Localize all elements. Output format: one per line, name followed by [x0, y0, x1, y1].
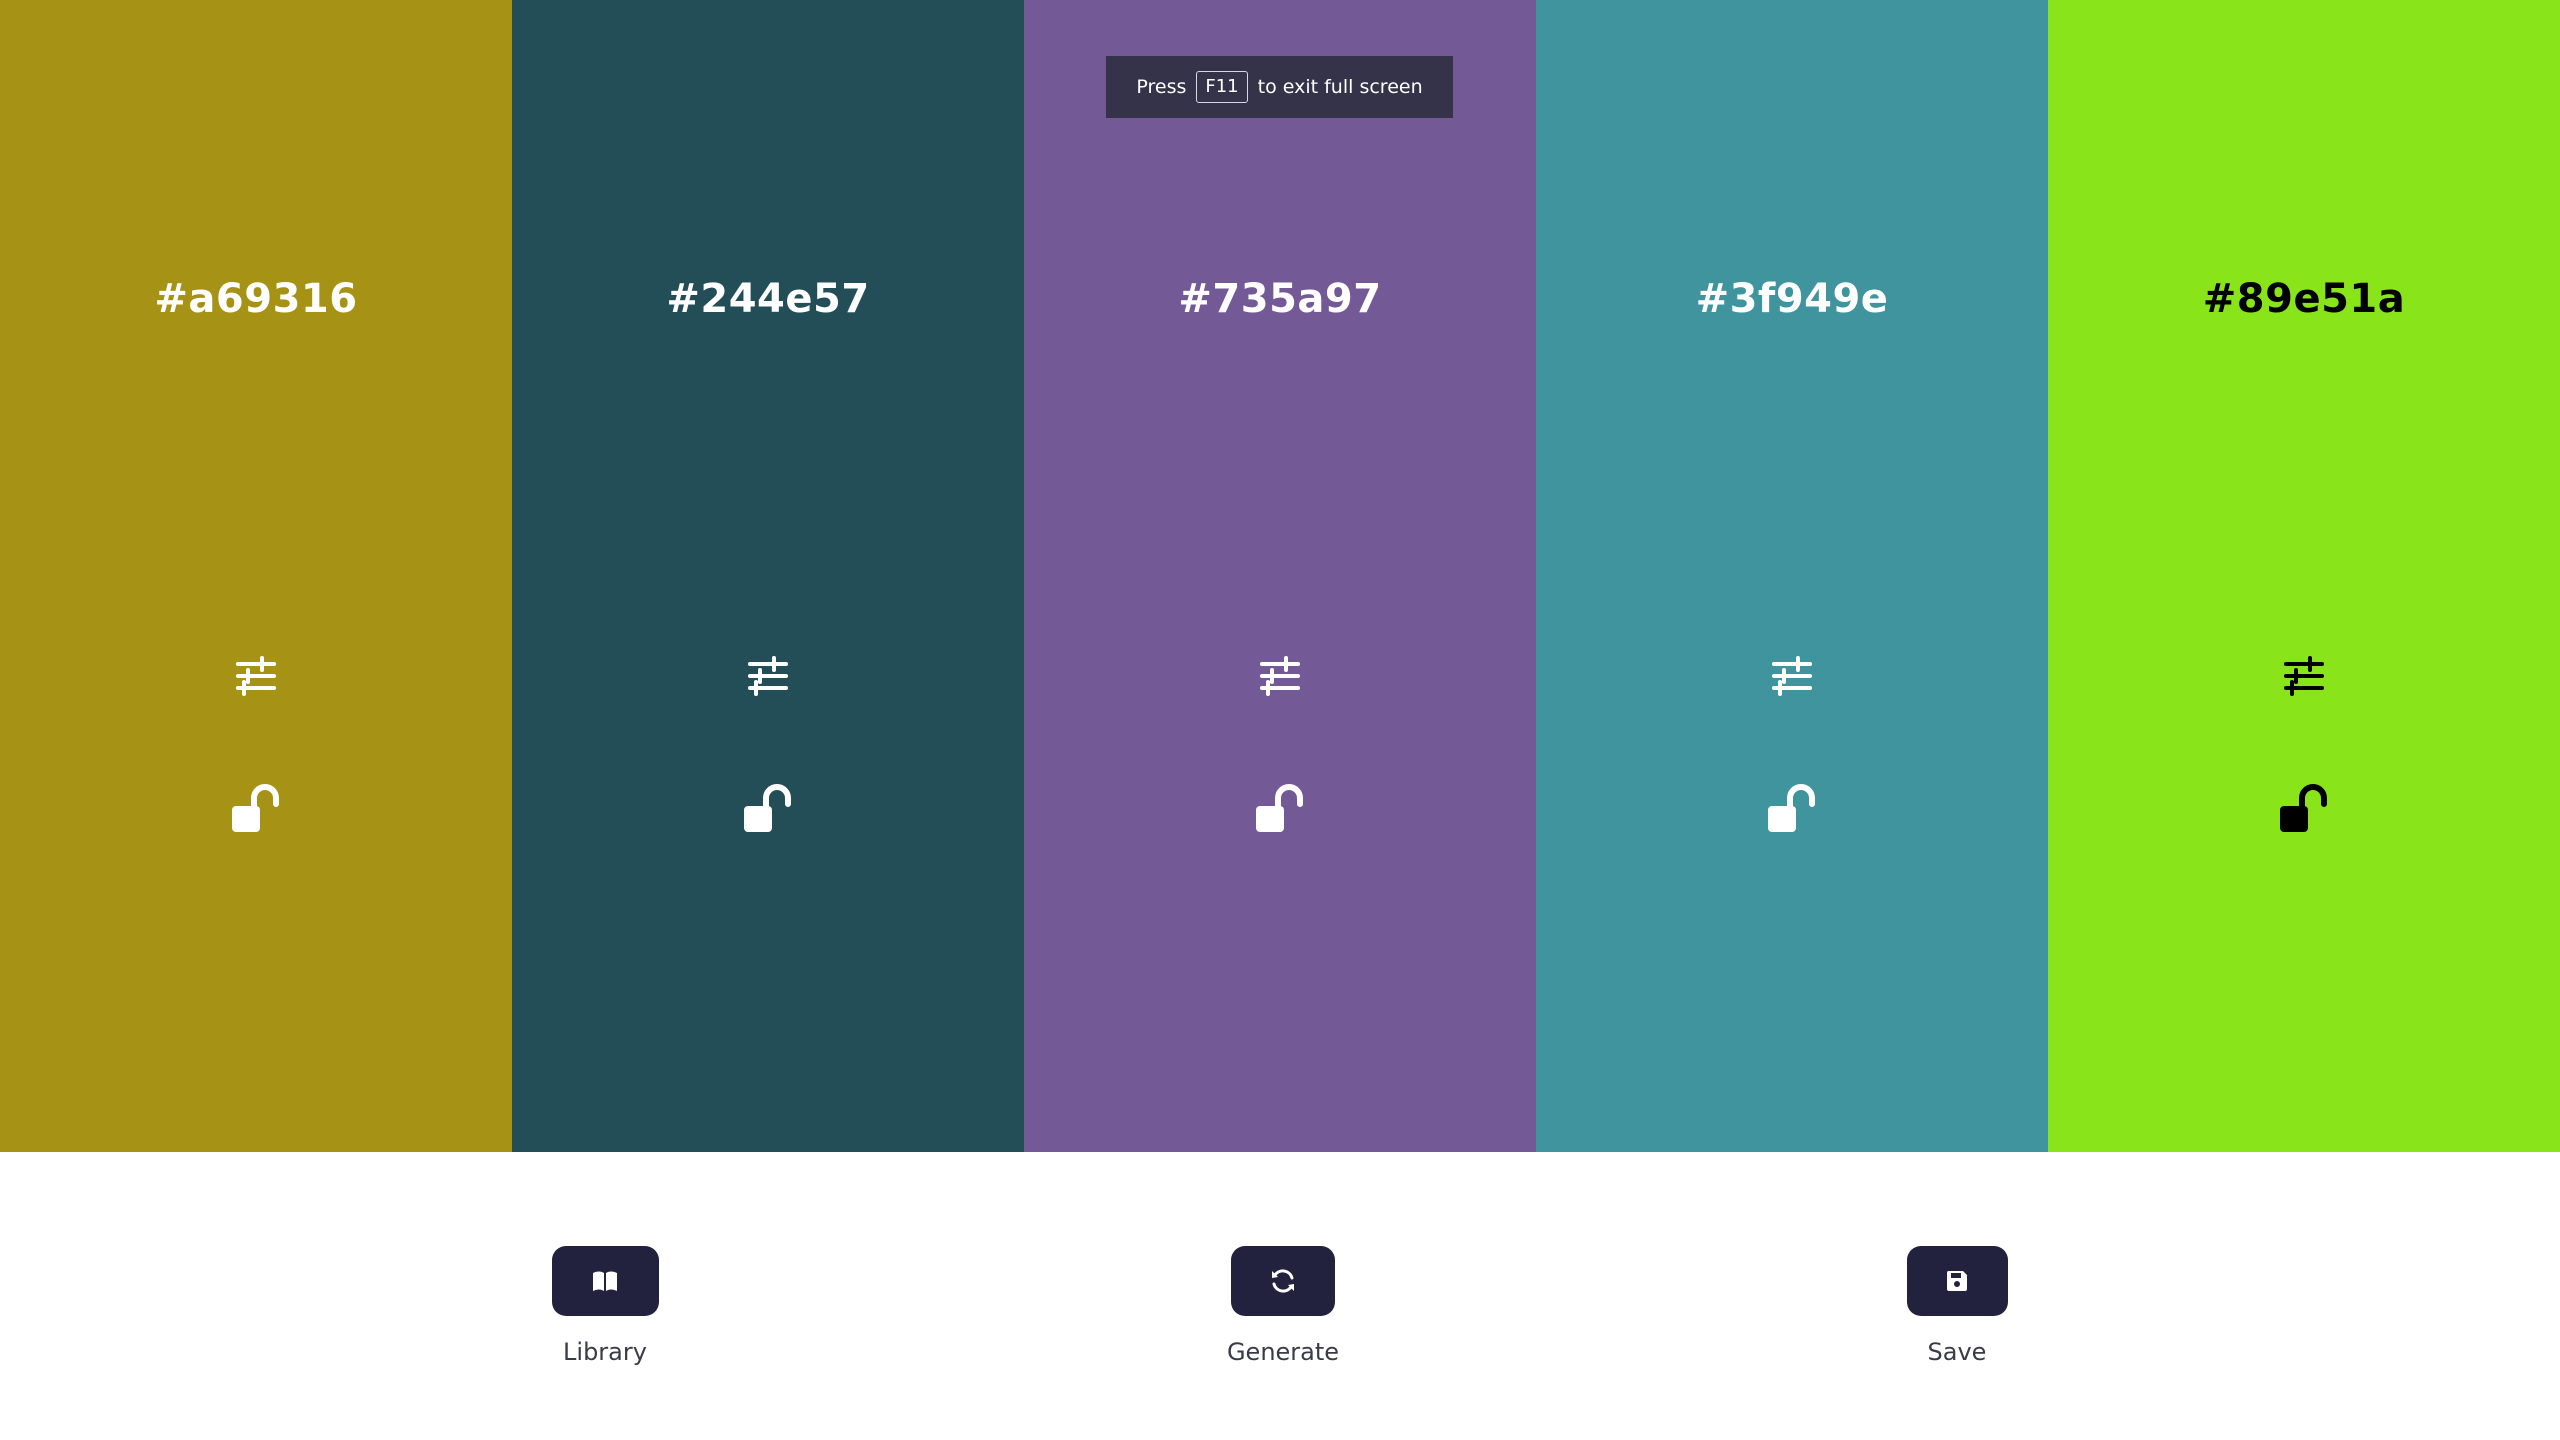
sliders-icon[interactable]	[744, 652, 792, 700]
hex-code-label[interactable]: #3f949e	[1536, 276, 2048, 322]
sliders-icon[interactable]	[232, 652, 280, 700]
generate-label: Generate	[1226, 1338, 1340, 1366]
bottom-toolbar: Library Generate Save	[0, 1152, 2560, 1440]
hex-code-label[interactable]: #244e57	[512, 276, 1024, 322]
unlock-icon[interactable]	[1766, 782, 1818, 834]
f11-key-badge: F11	[1196, 71, 1248, 103]
hint-suffix-text: to exit full screen	[1257, 76, 1423, 98]
save-icon	[1946, 1271, 1967, 1291]
color-swatch-1[interactable]: #a69316	[0, 0, 512, 1152]
color-swatch-4[interactable]: #3f949e	[1536, 0, 2048, 1152]
library-button[interactable]	[551, 1246, 659, 1316]
fullscreen-exit-hint: Press F11 to exit full screen	[1106, 56, 1453, 118]
library-tool: Library	[495, 1246, 715, 1366]
generate-button[interactable]	[1231, 1246, 1335, 1316]
unlock-icon[interactable]	[1254, 782, 1306, 834]
hex-code-label[interactable]: #89e51a	[2048, 276, 2560, 322]
library-label: Library	[563, 1338, 647, 1366]
unlock-icon[interactable]	[2278, 782, 2330, 834]
color-swatch-5[interactable]: #89e51a	[2048, 0, 2560, 1152]
unlock-icon[interactable]	[742, 782, 794, 834]
hex-code-label[interactable]: #735a97	[1024, 276, 1536, 322]
sliders-icon[interactable]	[2280, 652, 2328, 700]
hex-code-label[interactable]: #a69316	[0, 276, 512, 322]
refresh-icon	[1272, 1269, 1294, 1293]
color-swatch-2[interactable]: #244e57	[512, 0, 1024, 1152]
unlock-icon[interactable]	[230, 782, 282, 834]
hint-prefix-text: Press	[1136, 76, 1187, 98]
save-button[interactable]	[1906, 1246, 2008, 1316]
color-swatch-3[interactable]: #735a97	[1024, 0, 1536, 1152]
save-label: Save	[1927, 1338, 1987, 1366]
sliders-icon[interactable]	[1256, 652, 1304, 700]
save-tool: Save	[1847, 1246, 2067, 1366]
sliders-icon[interactable]	[1768, 652, 1816, 700]
generate-tool: Generate	[1173, 1246, 1393, 1366]
color-palette: #a69316 #244e57 #735a97 #3f949e #89e51a	[0, 0, 2560, 1152]
book-icon	[593, 1271, 617, 1291]
